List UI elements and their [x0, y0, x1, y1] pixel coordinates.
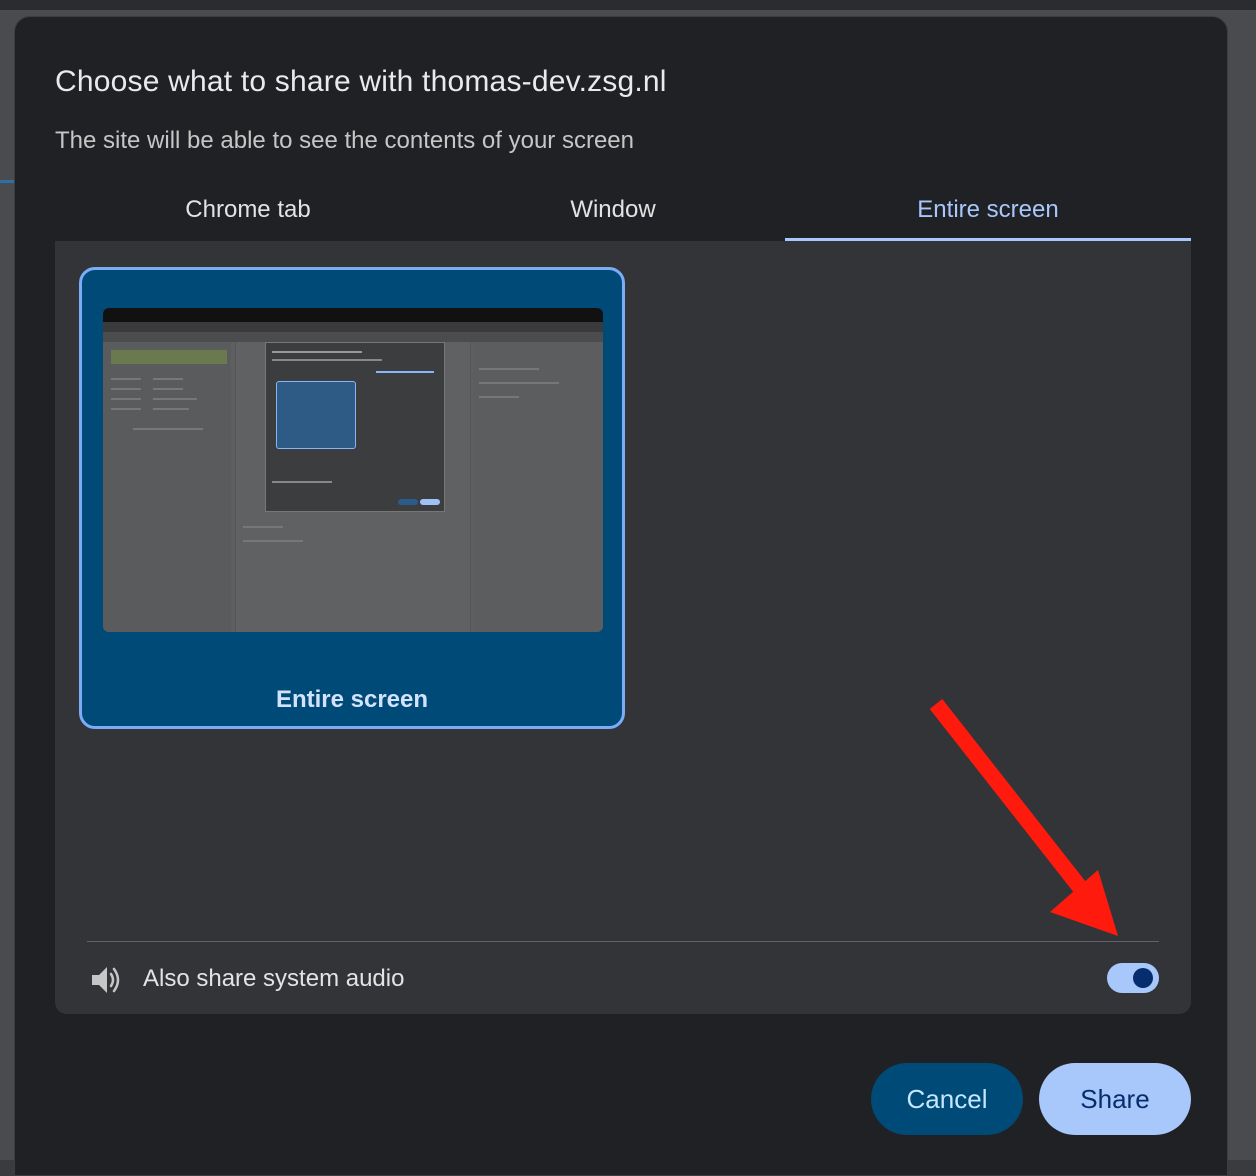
- audio-divider: [87, 941, 1159, 942]
- share-button[interactable]: Share: [1039, 1063, 1191, 1135]
- source-card-entire-screen[interactable]: Entire screen: [79, 267, 625, 729]
- audio-label: Also share system audio: [143, 965, 405, 992]
- cancel-button[interactable]: Cancel: [871, 1063, 1023, 1135]
- tab-window[interactable]: Window: [441, 189, 785, 241]
- share-dialog: Choose what to share with thomas-dev.zsg…: [14, 16, 1228, 1176]
- tab-entire-screen[interactable]: Entire screen: [785, 189, 1191, 241]
- source-tabs: Chrome tab Window Entire screen: [55, 189, 1191, 241]
- tab-chrome-tab[interactable]: Chrome tab: [55, 189, 441, 241]
- sources-panel: Entire screen Also share system audio: [55, 241, 1191, 1014]
- dialog-title: Choose what to share with thomas-dev.zsg…: [55, 65, 667, 98]
- screen-thumbnail: [103, 308, 603, 632]
- system-audio-toggle[interactable]: [1107, 963, 1159, 993]
- toggle-knob: [1133, 968, 1153, 988]
- background-fragment: [0, 100, 14, 183]
- background-topbar: [0, 0, 1256, 10]
- dialog-subtitle: The site will be able to see the content…: [55, 127, 634, 154]
- audio-row: Also share system audio: [87, 953, 1159, 1005]
- speaker-icon: [89, 963, 123, 997]
- source-card-label: Entire screen: [275, 686, 429, 713]
